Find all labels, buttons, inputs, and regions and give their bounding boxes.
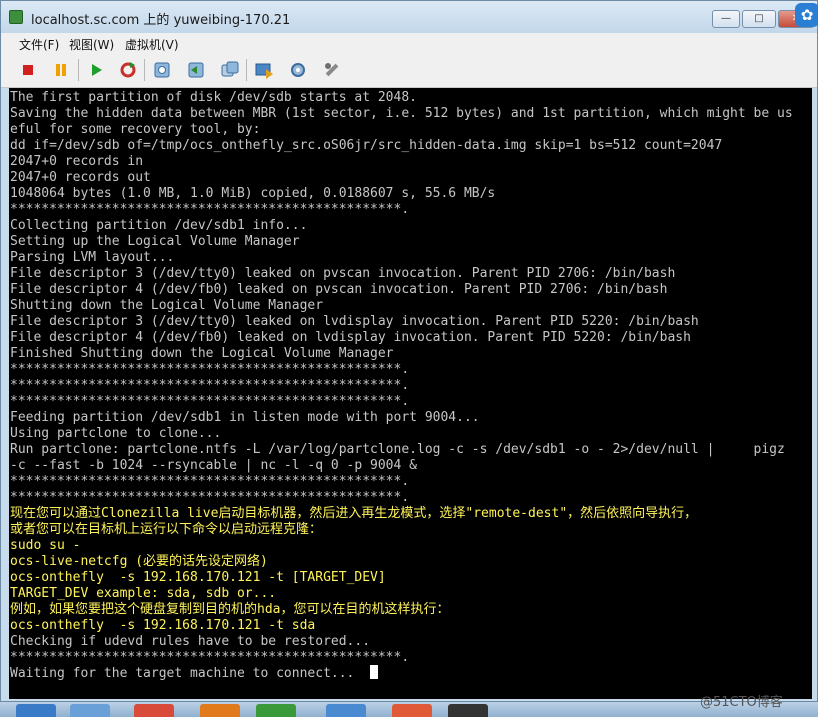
- console-line: ****************************************…: [10, 202, 410, 217]
- taskbar-app-icon[interactable]: [70, 704, 110, 717]
- minimize-button[interactable]: —: [712, 10, 740, 28]
- console-line: Setting up the Logical Volume Manager: [10, 234, 300, 249]
- revert-snapshot-icon[interactable]: [186, 60, 206, 80]
- toolbar-separator: [78, 59, 79, 81]
- console-line: Parsing LVM layout...: [10, 250, 175, 265]
- console-line: ****************************************…: [10, 362, 410, 377]
- text-cursor: [370, 665, 378, 679]
- toolbar: [1, 53, 817, 88]
- console-line: ocs-live-netcfg (必要的话先设定网络): [10, 554, 268, 569]
- menu-vm[interactable]: 虚拟机(V): [125, 36, 179, 53]
- console-line: Run partclone: partclone.ntfs -L /var/lo…: [10, 442, 785, 457]
- console-line: Using partclone to clone...: [10, 426, 222, 441]
- cloud-sync-icon[interactable]: ✿: [795, 3, 818, 27]
- menu-view[interactable]: 视图(W): [69, 36, 114, 53]
- taskbar-app-icon[interactable]: [326, 704, 366, 717]
- menu-bar: 文件(F) 视图(W) 虚拟机(V): [1, 33, 817, 53]
- manage-snapshots-icon[interactable]: [220, 60, 240, 80]
- vm-app-icon: [9, 10, 23, 24]
- console-line: ocs-onthefly -s 192.168.170.121 -t [TARG…: [10, 570, 386, 585]
- start-orb-icon[interactable]: [16, 704, 56, 717]
- maximize-button[interactable]: □: [742, 10, 776, 28]
- toolbar-separator: [246, 59, 247, 81]
- console-line: sudo su -: [10, 538, 81, 553]
- console-line: Waiting for the target machine to connec…: [10, 666, 355, 681]
- console-line: File descriptor 4 (/dev/fb0) leaked on p…: [10, 282, 668, 297]
- console-line: eful for some recovery tool, by:: [10, 122, 261, 137]
- console-line: The first partition of disk /dev/sdb sta…: [10, 90, 417, 105]
- terminal-task-icon[interactable]: [448, 704, 488, 717]
- console-line: ocs-onthefly -s 192.168.170.121 -t sda: [10, 618, 316, 633]
- play-icon[interactable]: [86, 60, 106, 80]
- console-line: Collecting partition /dev/sdb1 info...: [10, 218, 308, 233]
- console-line: TARGET_DEV example: sda, sdb or...: [10, 586, 277, 601]
- console-line: ****************************************…: [10, 490, 410, 505]
- console-line: dd if=/dev/sdb of=/tmp/ocs_onthefly_src.…: [10, 138, 723, 153]
- console-line: File descriptor 3 (/dev/tty0) leaked on …: [10, 314, 699, 329]
- window-title: localhost.sc.com 上的 yuweibing-170.21: [31, 13, 291, 28]
- console-line: 2047+0 records out: [10, 170, 151, 185]
- taskbar-app-icon[interactable]: [256, 704, 296, 717]
- console-line: ****************************************…: [10, 474, 410, 489]
- console-line: 2047+0 records in: [10, 154, 144, 169]
- console-line: File descriptor 4 (/dev/fb0) leaked on l…: [10, 330, 691, 345]
- console-line: 现在您可以通过Clonezilla live启动目标机器，然后进入再生龙模式，选…: [10, 506, 698, 521]
- console-line: ****************************************…: [10, 650, 410, 665]
- stop-icon[interactable]: [18, 60, 38, 80]
- chrome-icon[interactable]: [134, 704, 174, 717]
- send-ctrl-alt-del-icon[interactable]: [254, 60, 274, 80]
- watermark: @51CTO博客: [700, 695, 783, 710]
- console-line: File descriptor 3 (/dev/tty0) leaked on …: [10, 266, 676, 281]
- console-line: ****************************************…: [10, 394, 410, 409]
- taskbar-app-icon[interactable]: [392, 704, 432, 717]
- snapshot-icon[interactable]: [152, 60, 172, 80]
- console-line: Shutting down the Logical Volume Manager: [10, 298, 324, 313]
- console-line: Checking if udevd rules have to be resto…: [10, 634, 371, 649]
- console-line: Saving the hidden data between MBR (1st …: [10, 106, 793, 121]
- vm-console-screen[interactable]: The first partition of disk /dev/sdb sta…: [9, 88, 812, 699]
- console-line: ****************************************…: [10, 378, 410, 393]
- toolbar-separator: [144, 59, 145, 81]
- console-line: -c --fast -b 1024 --rsyncable | nc -l -q…: [10, 458, 417, 473]
- tools-icon[interactable]: [322, 60, 342, 80]
- console-line: Finished Shutting down the Logical Volum…: [10, 346, 394, 361]
- title-bar[interactable]: localhost.sc.com 上的 yuweibing-170.21 — □…: [1, 1, 817, 33]
- console-line: 例如，如果您要把这个硬盘复制到目的机的hda，您可以在目的机这样执行：: [10, 602, 450, 617]
- console-line: Feeding partition /dev/sdb1 in listen mo…: [10, 410, 480, 425]
- vm-console-window: localhost.sc.com 上的 yuweibing-170.21 — □…: [0, 0, 818, 702]
- reset-icon[interactable]: [118, 60, 138, 80]
- settings-icon[interactable]: [288, 60, 308, 80]
- console-line: 或者您可以在目标机上运行以下命令以启动远程克隆：: [10, 522, 323, 537]
- taskbar-app-icon[interactable]: [200, 704, 240, 717]
- console-line: 1048064 bytes (1.0 MB, 1.0 MiB) copied, …: [10, 186, 496, 201]
- menu-file[interactable]: 文件(F): [19, 36, 59, 53]
- taskbar: [0, 702, 818, 717]
- pause-icon[interactable]: [51, 60, 71, 80]
